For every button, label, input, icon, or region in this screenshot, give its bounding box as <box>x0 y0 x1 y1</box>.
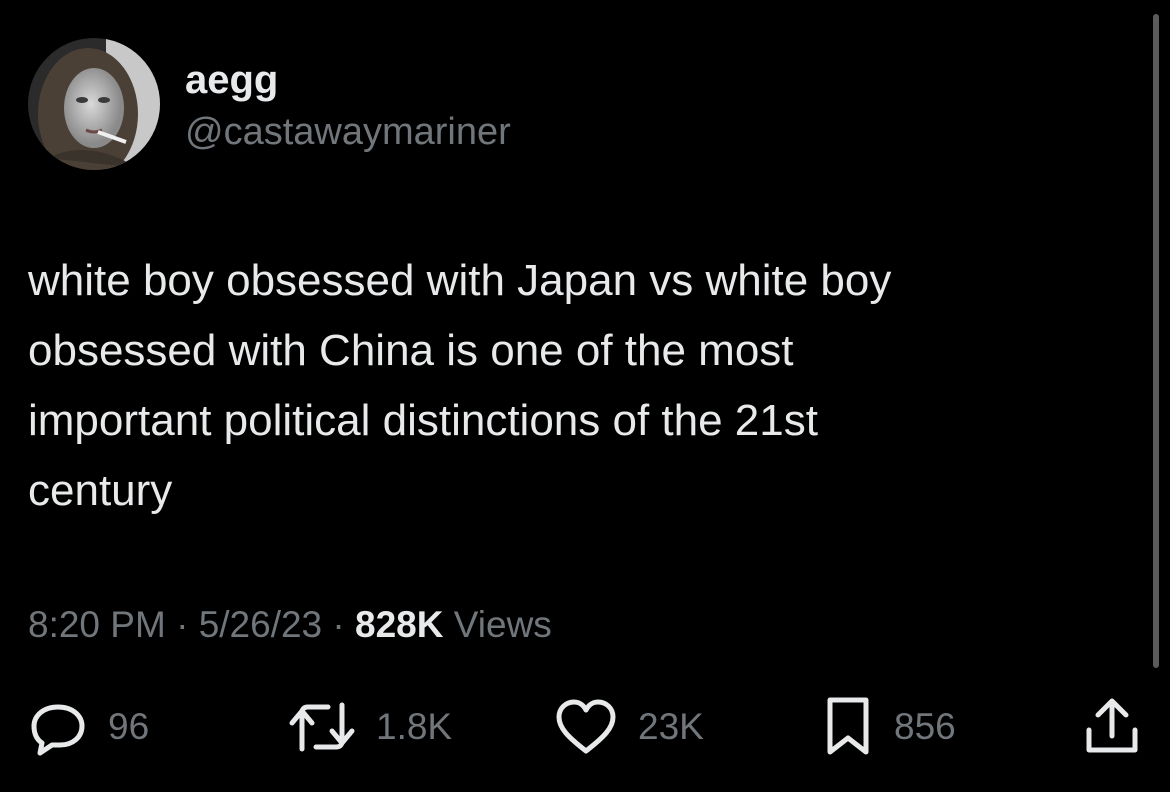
meta-separator: · <box>332 604 345 645</box>
avatar-image <box>28 38 160 170</box>
tweet-date[interactable]: 5/26/23 <box>199 604 322 645</box>
tweet-text-line: white boy obsessed with Japan vs white b… <box>28 256 892 305</box>
share-upload-icon <box>1086 698 1138 753</box>
views-count[interactable]: 828K <box>355 604 443 645</box>
bookmark-button[interactable]: 856 <box>822 692 956 762</box>
tweet-text-line: century <box>28 466 173 515</box>
tweet-text-line: important political distinctions of the … <box>28 396 818 445</box>
retweet-count: 1.8K <box>376 706 453 747</box>
tweet-text-line: obsessed with China is one of the most <box>28 326 794 375</box>
retweet-arrows-icon <box>289 702 355 752</box>
display-name[interactable]: aegg <box>185 56 278 104</box>
like-button[interactable]: 23K <box>554 692 704 762</box>
tweet-text: white boy obsessed with Japan vs white b… <box>28 246 1088 526</box>
user-handle[interactable]: @castawaymariner <box>185 110 511 154</box>
views-label[interactable]: Views <box>454 604 552 645</box>
avatar[interactable] <box>28 38 160 170</box>
action-bar: 96 1.8K 23K 856 <box>0 692 1170 762</box>
tweet-time[interactable]: 8:20 PM <box>28 604 166 645</box>
share-button[interactable] <box>1082 692 1142 762</box>
retweet-button[interactable]: 1.8K <box>288 692 452 762</box>
speech-bubble-icon <box>31 704 85 756</box>
reply-button[interactable]: 96 <box>28 692 149 762</box>
heart-icon <box>556 699 616 754</box>
bookmark-count: 856 <box>894 706 956 747</box>
like-count: 23K <box>638 706 704 747</box>
bookmark-icon <box>827 697 869 755</box>
tweet-meta: 8:20 PM · 5/26/23 · 828K Views <box>28 602 552 648</box>
meta-separator: · <box>176 604 189 645</box>
reply-count: 96 <box>108 706 150 747</box>
scrollbar[interactable] <box>1153 14 1159 668</box>
